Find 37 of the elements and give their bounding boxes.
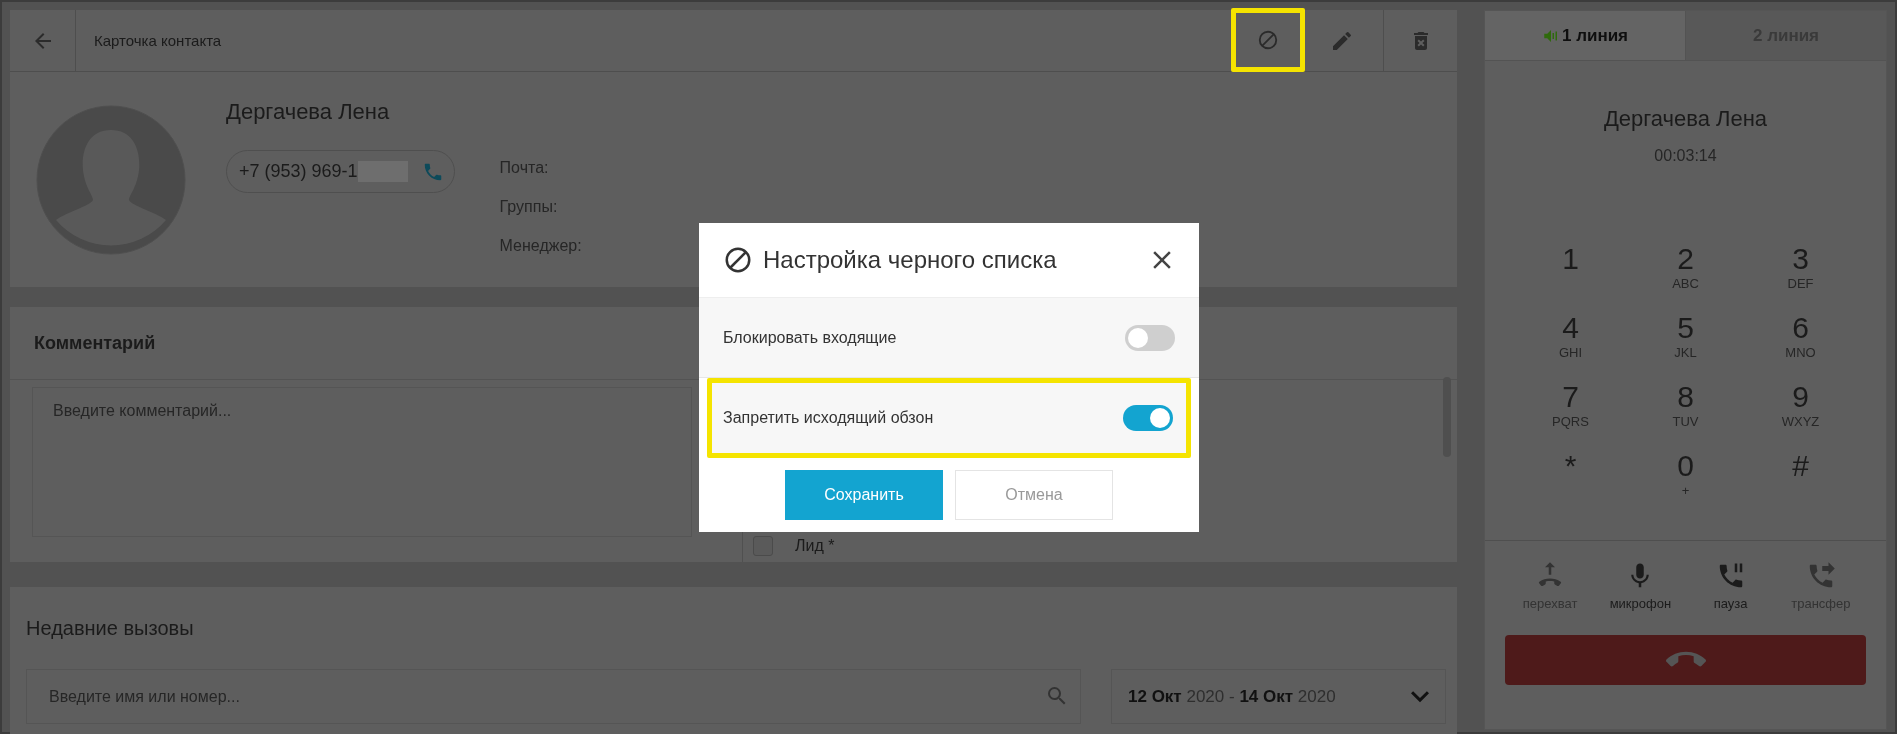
block-icon bbox=[723, 245, 753, 275]
save-button[interactable]: Сохранить bbox=[785, 470, 943, 520]
page-title: Карточка контакта bbox=[94, 32, 223, 49]
field-label: Почта: bbox=[499, 159, 550, 177]
block-button[interactable] bbox=[1231, 8, 1305, 72]
dial-key[interactable]: 3 DEF bbox=[1743, 242, 1858, 309]
field-label: Менеджер: bbox=[499, 237, 582, 255]
dial-key[interactable]: 1 bbox=[1513, 242, 1628, 309]
dial-key[interactable]: 6 MNO bbox=[1743, 311, 1858, 378]
section-title: Недавние вызовы bbox=[26, 616, 195, 641]
call-action-button[interactable]: пауза bbox=[1688, 561, 1774, 611]
chevron-down-icon bbox=[1411, 690, 1429, 703]
checkbox-label: Лид * bbox=[795, 537, 835, 555]
caller-name: Дергачева Лена bbox=[1602, 106, 1769, 132]
call-timer: 00:03:14 bbox=[1653, 147, 1718, 165]
toggle-switch[interactable] bbox=[1123, 405, 1173, 431]
dial-key[interactable]: 0 + bbox=[1628, 449, 1743, 516]
option-label: Запретить исходящий обзон bbox=[723, 409, 934, 427]
search-field[interactable]: Введите имя или номер... bbox=[26, 669, 1081, 724]
dial-key[interactable]: 4 GHI bbox=[1513, 311, 1628, 378]
dial-key[interactable]: 8 TUV bbox=[1628, 380, 1743, 447]
toggle-switch[interactable] bbox=[1125, 324, 1175, 351]
call-action-button[interactable]: микрофон bbox=[1597, 561, 1683, 611]
dial-key[interactable]: # bbox=[1743, 449, 1858, 516]
block-icon bbox=[1257, 29, 1279, 51]
comment-field[interactable]: Введите комментарий... bbox=[32, 387, 692, 537]
dial-key[interactable]: 5 JKL bbox=[1628, 311, 1743, 378]
dial-key[interactable]: 2 ABC bbox=[1628, 242, 1743, 309]
option-label: Блокировать входящие bbox=[723, 328, 897, 347]
dial-key[interactable]: 7 PQRS bbox=[1513, 380, 1628, 447]
dial-key[interactable]: 9 WXYZ bbox=[1743, 380, 1858, 447]
cancel-button[interactable]: Отмена bbox=[955, 470, 1113, 520]
dialog-title: Настройка черного списка bbox=[763, 246, 1058, 274]
line-tab[interactable]: 1 линия bbox=[1485, 11, 1685, 60]
dial-key[interactable]: * bbox=[1513, 449, 1628, 516]
contact-name: Дергачева Лена bbox=[226, 98, 391, 126]
field-label: Группы: bbox=[499, 198, 559, 216]
